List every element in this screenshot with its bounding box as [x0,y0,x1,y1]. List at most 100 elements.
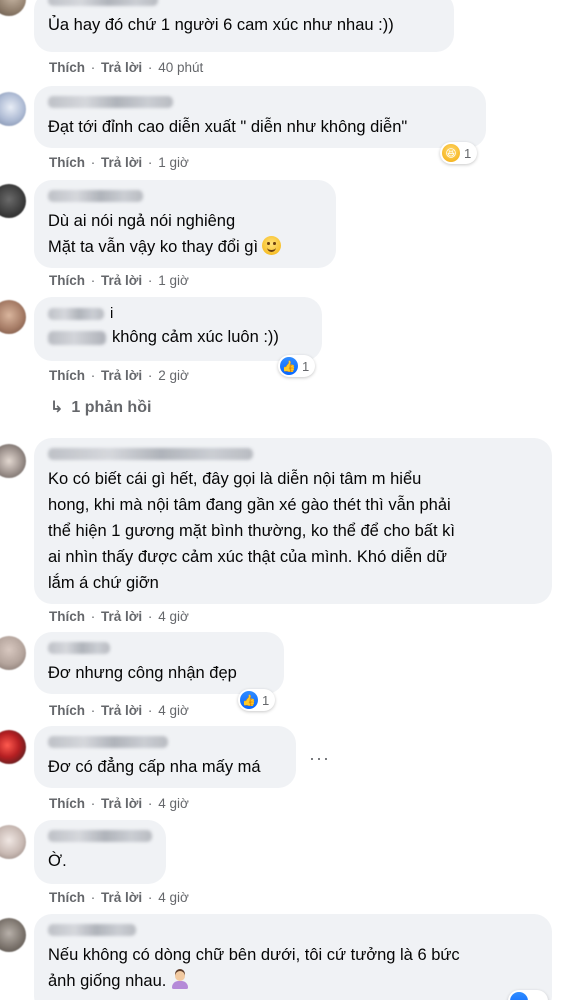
timestamp[interactable]: 1 giờ [158,273,189,288]
separator: · [147,60,153,75]
comment-actions: Thích · Trả lời · 1 giờ [49,155,189,170]
comment-bubble: Ko có biết cái gì hết, đây gọi là diễn n… [34,438,552,604]
reaction-count: 1 [464,145,472,161]
commenter-name[interactable] [48,448,253,460]
separator: · [90,368,96,383]
comment-actions: Thích · Trả lời · 4 giờ [49,796,189,811]
timestamp[interactable]: 4 giờ [158,796,189,811]
reply-arrow-icon: ↳ [50,399,64,416]
reply-link[interactable]: Trả lời [101,890,142,905]
reply-link[interactable]: Trả lời [101,155,142,170]
like-link[interactable]: Thích [49,609,85,624]
separator: · [90,273,96,288]
like-link[interactable]: Thích [49,60,85,75]
avatar[interactable] [0,92,26,126]
reaction-summary[interactable] [508,990,548,1000]
reply-link[interactable]: Trả lời [101,703,142,718]
reply-link[interactable]: Trả lời [101,368,142,383]
commenter-name[interactable] [48,830,152,842]
avatar[interactable] [0,444,26,478]
separator: · [147,890,153,905]
commenter-name[interactable] [48,0,158,6]
reaction-summary[interactable]: 😆 1 [440,142,478,164]
reply-link[interactable]: Trả lời [101,609,142,624]
separator: · [147,155,153,170]
comment-bubble: Nếu không có dòng chữ bên dưới, tôi cứ t… [34,914,552,1000]
reaction-count: 1 [302,358,310,374]
reaction-count: 1 [262,692,270,708]
comment-text: Ờ. [48,852,67,870]
separator: · [147,703,153,718]
comment-text-fragment: i [110,305,114,322]
avatar[interactable] [0,0,26,16]
comment-text: Đơ có đẳng cấp nha mấy má [48,758,261,776]
reaction-summary[interactable]: 👍 1 [238,689,276,711]
commenter-name[interactable] [48,642,110,654]
separator: · [90,890,96,905]
timestamp[interactable]: 1 giờ [158,155,189,170]
avatar[interactable] [0,300,26,334]
replies-count: 1 phản hồi [71,399,152,416]
avatar[interactable] [0,636,26,670]
timestamp[interactable]: 2 giờ [158,368,189,383]
timestamp[interactable]: 4 giờ [158,703,189,718]
like-icon: 👍 [240,691,258,709]
avatar[interactable] [0,184,26,218]
separator: · [90,155,96,170]
comment-bubble: Đạt tới đỉnh cao diễn xuất " diễn như kh… [34,86,486,148]
avatar[interactable] [0,918,26,952]
comment-bubble: Ủa hay đó chứ 1 người 6 cam xúc như nhau… [34,0,454,52]
view-replies-link[interactable]: ↳ 1 phản hồi [50,397,151,417]
like-link[interactable]: Thích [49,155,85,170]
separator: · [90,796,96,811]
separator: · [90,609,96,624]
comment-actions: Thích · Trả lời · 40 phút [49,60,203,75]
reply-link[interactable]: Trả lời [101,273,142,288]
comment-text-body: Nếu không có dòng chữ bên dưới, tôi cứ t… [48,946,460,990]
commenter-name[interactable] [48,96,173,108]
commenter-name[interactable] [48,924,136,936]
timestamp[interactable]: 4 giờ [158,609,189,624]
comment-actions: Thích · Trả lời · 4 giờ [49,609,189,624]
like-link[interactable]: Thích [49,796,85,811]
comment-text: Ko có biết cái gì hết, đây gọi là diễn n… [48,470,455,592]
comment-text-body: không cảm xúc luôn :)) [112,328,279,346]
comment-text: Ủa hay đó chứ 1 người 6 cam xúc như nhau… [48,16,394,34]
smile-emoji [262,236,282,255]
reply-link[interactable]: Trả lời [101,60,142,75]
comment-bubble: Đơ có đẳng cấp nha mấy má [34,726,296,788]
comment-bubble: i không cảm xúc luôn :)) [34,297,322,361]
comment-actions: Thích · Trả lời · 2 giờ [49,368,189,383]
reaction-summary[interactable]: 👍 1 [278,355,316,377]
comment-actions: Thích · Trả lời · 4 giờ [49,703,189,718]
commenter-name[interactable] [48,307,104,320]
like-link[interactable]: Thích [49,273,85,288]
separator: · [90,60,96,75]
comment-text: Dù ai nói ngả nói nghiêng Mặt ta vẫn vậy… [48,208,322,260]
timestamp[interactable]: 40 phút [158,60,203,75]
comment-text: Đạt tới đỉnh cao diễn xuất " diễn như kh… [48,118,408,136]
avatar[interactable] [0,730,26,764]
comment-bubble: Đơ nhưng công nhận đẹp [34,632,284,694]
comment-bubble: Dù ai nói ngả nói nghiêng Mặt ta vẫn vậy… [34,180,336,268]
blurred-mention[interactable] [48,330,106,345]
separator: · [147,273,153,288]
avatar[interactable] [0,825,26,859]
commenter-name[interactable] [48,190,143,202]
comment-text: Đơ nhưng công nhận đẹp [48,664,237,682]
like-link[interactable]: Thích [49,890,85,905]
commenter-name[interactable] [48,736,168,748]
like-link[interactable]: Thích [49,368,85,383]
separator: · [90,703,96,718]
comment-actions: Thích · Trả lời · 1 giờ [49,273,189,288]
timestamp[interactable]: 4 giờ [158,890,189,905]
comment-bubble: Ờ. [34,820,166,884]
separator: · [147,368,153,383]
haha-icon: 😆 [442,144,460,162]
reply-link[interactable]: Trả lời [101,796,142,811]
comment-text: Nếu không có dòng chữ bên dưới, tôi cứ t… [48,942,538,994]
like-link[interactable]: Thích [49,703,85,718]
comment-actions: Thích · Trả lời · 4 giờ [49,890,189,905]
separator: · [147,796,153,811]
more-options-icon[interactable]: ··· [309,748,330,769]
